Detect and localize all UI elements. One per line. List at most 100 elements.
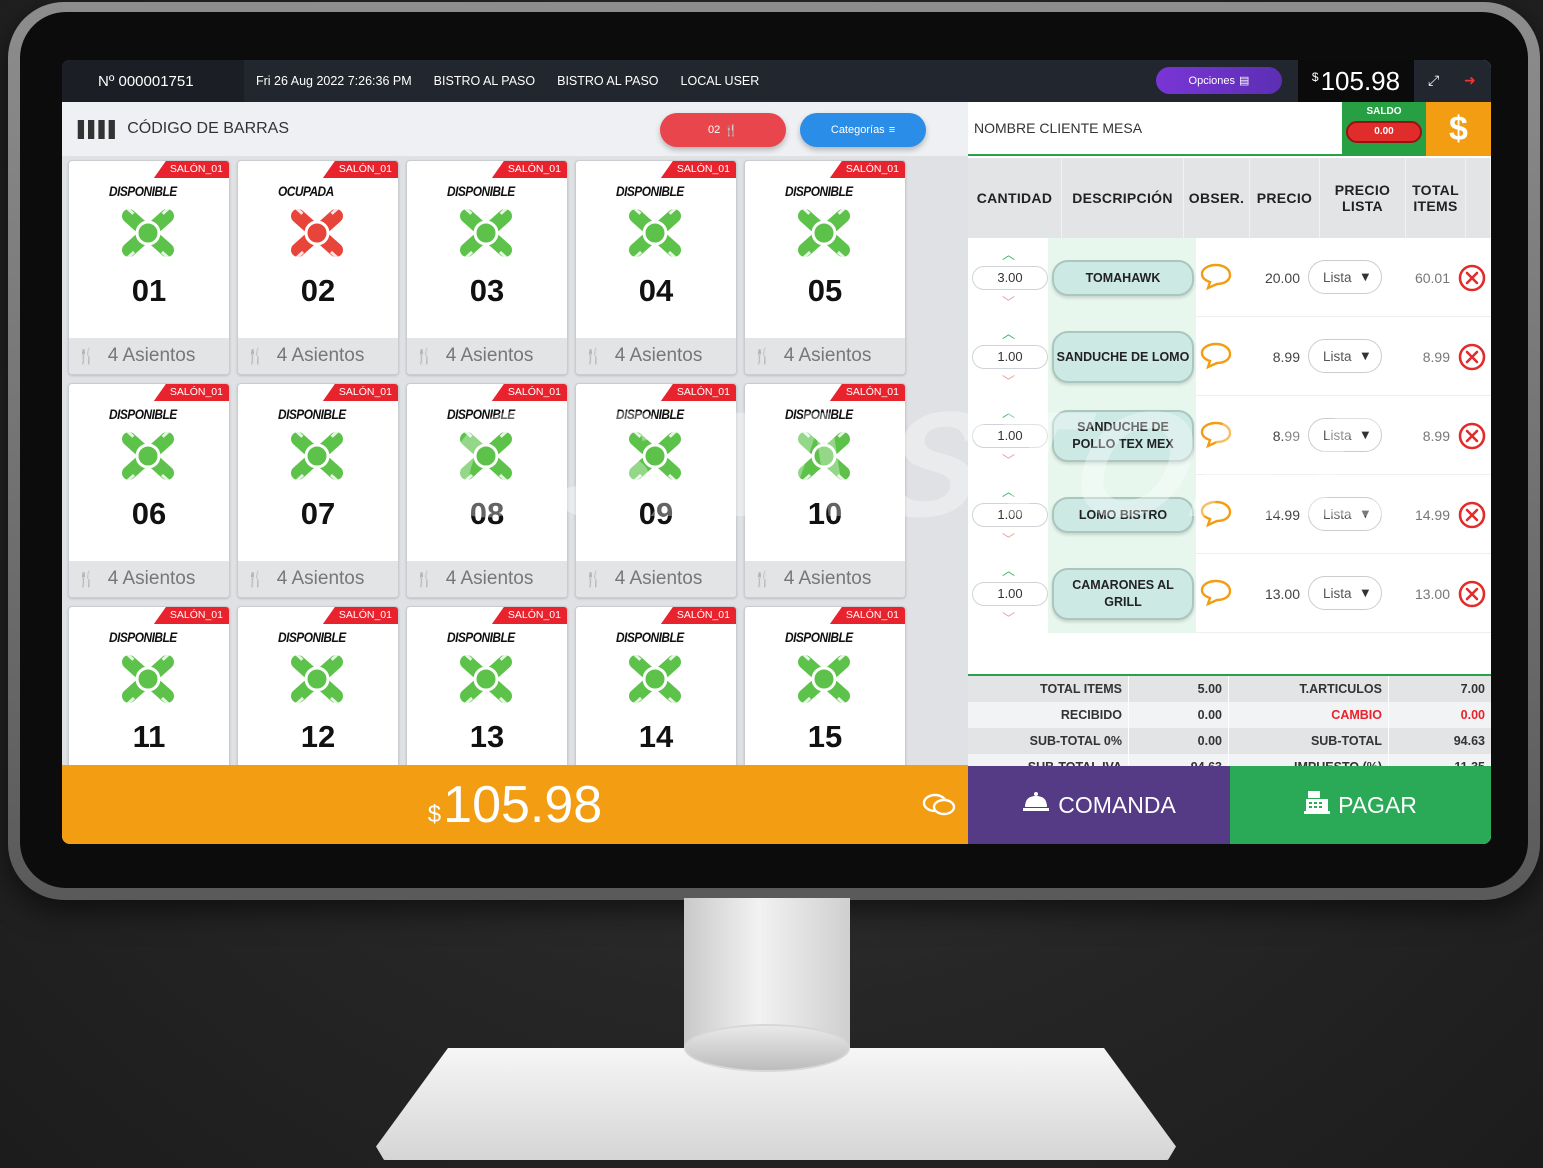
client-name-field[interactable]: NOMBRE CLIENTE MESA <box>968 102 1342 156</box>
table-card[interactable]: SALÓN_01 DISPONIBLE 07 🍴 4 Asientos <box>237 383 399 598</box>
barcode-field[interactable]: ▌▌▌▌ CÓDIGO DE BARRAS <box>62 120 289 139</box>
table-card[interactable]: SALÓN_01 DISPONIBLE 03 🍴 4 Asientos <box>406 160 568 375</box>
cutlery-icon: 🍴 <box>753 570 772 588</box>
table-card[interactable]: SALÓN_01 DISPONIBLE 15 🍴 <box>744 606 906 765</box>
remove-item-icon[interactable] <box>1458 343 1486 371</box>
payment-dollar-button[interactable]: $ <box>1426 102 1491 156</box>
chevron-down-icon: ▼ <box>1361 350 1370 362</box>
chat-icon[interactable] <box>922 791 956 819</box>
price-list-select[interactable]: Lista ▼ <box>1308 576 1382 610</box>
order-row: ︿ 1.00 ﹀ LOMO BISTRO 14.99 Lista ▼ 14.99 <box>968 475 1491 554</box>
table-number: 14 <box>638 719 674 754</box>
table-number: 12 <box>300 719 336 754</box>
table-seats: 🍴 4 Asientos <box>576 561 736 597</box>
note-bubble-icon[interactable] <box>1200 341 1232 370</box>
chevron-up-icon[interactable]: ︿ <box>1002 560 1015 579</box>
fullscreen-icon[interactable]: ⤢ <box>1428 72 1439 89</box>
table-card[interactable]: SALÓN_01 OCUPADA 02 🍴 4 Asientos <box>237 160 399 375</box>
table-card[interactable]: SALÓN_01 DISPONIBLE 05 🍴 4 Asientos <box>744 160 906 375</box>
table-card[interactable]: SALÓN_01 DISPONIBLE 06 🍴 4 Asientos <box>68 383 230 598</box>
saldo-value: 0.00 <box>1346 121 1422 143</box>
item-description-button[interactable]: CAMARONES AL GRILL <box>1052 568 1194 620</box>
options-button[interactable]: Opciones ▤ <box>1156 67 1282 94</box>
note-bubble-icon[interactable] <box>1200 420 1232 449</box>
monitor-stand-hub <box>684 1024 850 1072</box>
cutlery-icon: 🍴 <box>77 347 96 365</box>
table-card[interactable]: SALÓN_01 DISPONIBLE 11 🍴 <box>68 606 230 765</box>
table-seats: 🍴 4 Asientos <box>69 561 229 597</box>
table-card[interactable]: SALÓN_01 DISPONIBLE 09 🍴 4 Asientos <box>575 383 737 598</box>
chevron-down-icon[interactable]: ﹀ <box>1002 292 1015 311</box>
chevron-down-icon[interactable]: ﹀ <box>1002 371 1015 390</box>
item-description-button[interactable]: SANDUCHE DE POLLO TEX MEX <box>1052 410 1194 462</box>
chevron-down-icon[interactable]: ﹀ <box>1002 608 1015 627</box>
table-card[interactable]: SALÓN_01 DISPONIBLE 04 🍴 4 Asientos <box>575 160 737 375</box>
table-card[interactable]: SALÓN_01 DISPONIBLE 12 🍴 <box>237 606 399 765</box>
price-list-select[interactable]: Lista ▼ <box>1308 339 1382 373</box>
table-available-icon <box>119 205 177 261</box>
table-number: 01 <box>131 273 167 308</box>
comanda-button[interactable]: COMANDA <box>968 766 1230 844</box>
quantity-input[interactable]: 3.00 <box>972 266 1048 290</box>
seats-label: 4 Asientos <box>445 568 534 589</box>
table-available-icon <box>457 205 515 261</box>
seats-label: 4 Asientos <box>614 345 703 366</box>
search-bar: ▌▌▌▌ CÓDIGO DE BARRAS 02 🍴 Categorías ≡ <box>62 102 968 156</box>
chevron-up-icon[interactable]: ︿ <box>1002 402 1015 421</box>
item-price: 8.99 <box>1272 428 1300 444</box>
seats-label: 4 Asientos <box>276 345 365 366</box>
seats-label: 4 Asientos <box>783 568 872 589</box>
item-description-button[interactable]: TOMAHAWK <box>1052 260 1194 296</box>
room-tag: SALÓN_01 <box>829 607 905 624</box>
table-card[interactable]: SALÓN_01 DISPONIBLE 13 🍴 <box>406 606 568 765</box>
table-seats: 🍴 4 Asientos <box>576 338 736 374</box>
chevron-down-icon: ▼ <box>1361 587 1370 599</box>
pay-button[interactable]: PAGAR <box>1230 766 1491 844</box>
categories-button-label: Categorías <box>830 124 885 136</box>
table-status: DISPONIBLE <box>616 406 684 422</box>
price-list-select[interactable]: Lista ▼ <box>1308 497 1382 531</box>
saldo-label: SALDO <box>1366 106 1402 117</box>
chevron-down-icon[interactable]: ﹀ <box>1002 529 1015 548</box>
note-bubble-icon[interactable] <box>1200 578 1232 607</box>
item-description-button[interactable]: LOMO BISTRO <box>1052 497 1194 533</box>
chevron-up-icon[interactable]: ︿ <box>1002 244 1015 263</box>
tables-button[interactable]: 02 🍴 <box>660 113 786 147</box>
logout-icon[interactable]: ➜ <box>1464 72 1476 89</box>
item-price: 13.00 <box>1264 586 1300 602</box>
table-number: 13 <box>469 719 505 754</box>
top-bar: Nº 000001751 Fri 26 Aug 2022 7:26:36 PM … <box>62 60 1491 102</box>
table-card[interactable]: SALÓN_01 DISPONIBLE 08 🍴 4 Asientos <box>406 383 568 598</box>
order-panel: NOMBRE CLIENTE MESA SALDO 0.00 $ CANTIDA… <box>968 102 1491 844</box>
cutlery-icon: 🍴 <box>584 347 603 365</box>
remove-item-icon[interactable] <box>1458 580 1486 608</box>
cutlery-icon: 🍴 <box>246 570 265 588</box>
table-card[interactable]: SALÓN_01 DISPONIBLE 01 🍴 4 Asientos <box>68 160 230 375</box>
options-label: Opciones <box>1188 74 1236 87</box>
remove-item-icon[interactable] <box>1458 422 1486 450</box>
room-tag: SALÓN_01 <box>829 161 905 178</box>
price-list-select[interactable]: Lista ▼ <box>1308 260 1382 294</box>
table-card[interactable]: SALÓN_01 DISPONIBLE 10 🍴 4 Asientos <box>744 383 906 598</box>
item-total: 60.01 <box>1414 270 1450 286</box>
note-bubble-icon[interactable] <box>1200 499 1232 528</box>
price-list-select[interactable]: Lista ▼ <box>1308 418 1382 452</box>
quantity-input[interactable]: 1.00 <box>972 345 1048 369</box>
chevron-up-icon[interactable]: ︿ <box>1002 323 1015 342</box>
chevron-up-icon[interactable]: ︿ <box>1002 481 1015 500</box>
room-tag: SALÓN_01 <box>322 607 398 624</box>
table-card[interactable]: SALÓN_01 DISPONIBLE 14 🍴 <box>575 606 737 765</box>
chevron-down-icon[interactable]: ﹀ <box>1002 450 1015 469</box>
categories-button[interactable]: Categorías ≡ <box>800 113 926 147</box>
remove-item-icon[interactable] <box>1458 264 1486 292</box>
pos-screen: Nº 000001751 Fri 26 Aug 2022 7:26:36 PM … <box>62 60 1491 844</box>
note-bubble-icon[interactable] <box>1200 262 1232 291</box>
quantity-input[interactable]: 1.00 <box>972 582 1048 606</box>
cutlery-icon: 🍴 <box>724 124 738 137</box>
seats-label: 4 Asientos <box>107 568 196 589</box>
remove-item-icon[interactable] <box>1458 501 1486 529</box>
quantity-input[interactable]: 1.00 <box>972 503 1048 527</box>
item-description-button[interactable]: SANDUCHE DE LOMO <box>1052 331 1194 383</box>
seats-label: 4 Asientos <box>445 345 534 366</box>
quantity-input[interactable]: 1.00 <box>972 424 1048 448</box>
